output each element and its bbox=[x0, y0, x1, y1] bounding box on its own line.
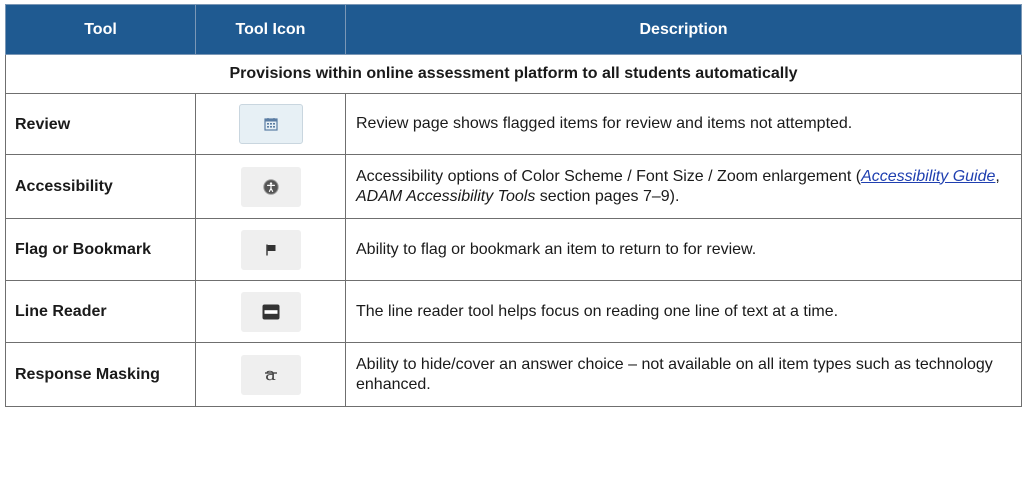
table-header-row: Tool Tool Icon Description bbox=[5, 4, 1022, 55]
tool-name: Accessibility bbox=[5, 154, 196, 219]
table-row-flag-bookmark: Flag or Bookmark Ability to flag or book… bbox=[5, 218, 1022, 281]
accessibility-icon[interactable] bbox=[240, 166, 301, 207]
table-row-accessibility: Accessibility Accessibility options of C… bbox=[5, 154, 1022, 219]
description-italic: ADAM Accessibility Tools bbox=[356, 187, 536, 205]
description-text: Accessibility options of Color Scheme / … bbox=[356, 167, 862, 185]
tool-description: Ability to hide/cover an answer choice –… bbox=[345, 342, 1022, 407]
description-text: section pages 7–9). bbox=[535, 187, 680, 205]
tool-icon-cell bbox=[195, 280, 346, 343]
header-tool-icon: Tool Icon bbox=[195, 4, 346, 55]
tool-description: Accessibility options of Color Scheme / … bbox=[345, 154, 1022, 219]
line-reader-icon[interactable] bbox=[240, 291, 301, 332]
table-row-review: Review Review page shows flagged items f… bbox=[5, 93, 1022, 155]
calendar-icon[interactable] bbox=[238, 104, 303, 144]
tool-description: Ability to flag or bookmark an item to r… bbox=[345, 218, 1022, 281]
tool-name: Response Masking bbox=[5, 342, 196, 407]
tool-name: Review bbox=[5, 93, 196, 155]
table-row-response-masking: Response Masking a Ability to hide/cover… bbox=[5, 342, 1022, 407]
accessibility-guide-link[interactable]: Accessibility Guide bbox=[861, 168, 995, 185]
tool-icon-cell: a bbox=[195, 342, 346, 407]
tool-name: Flag or Bookmark bbox=[5, 218, 196, 281]
tool-name: Line Reader bbox=[5, 280, 196, 343]
response-masking-icon[interactable]: a bbox=[240, 354, 301, 395]
tool-icon-cell bbox=[195, 93, 346, 155]
header-description: Description bbox=[345, 4, 1022, 55]
tool-description: The line reader tool helps focus on read… bbox=[345, 280, 1022, 343]
flag-icon[interactable] bbox=[240, 229, 301, 270]
description-text: , bbox=[995, 167, 1000, 185]
tool-icon-cell bbox=[195, 218, 346, 281]
section-heading-row: Provisions within online assessment plat… bbox=[5, 54, 1022, 94]
tool-icon-cell bbox=[195, 154, 346, 219]
section-heading: Provisions within online assessment plat… bbox=[5, 54, 1022, 94]
header-tool: Tool bbox=[5, 4, 196, 55]
tool-description: Review page shows flagged items for revi… bbox=[345, 93, 1022, 155]
table-row-line-reader: Line Reader The line reader tool helps f… bbox=[5, 280, 1022, 343]
tools-table: Tool Tool Icon Description Provisions wi… bbox=[5, 4, 1022, 407]
